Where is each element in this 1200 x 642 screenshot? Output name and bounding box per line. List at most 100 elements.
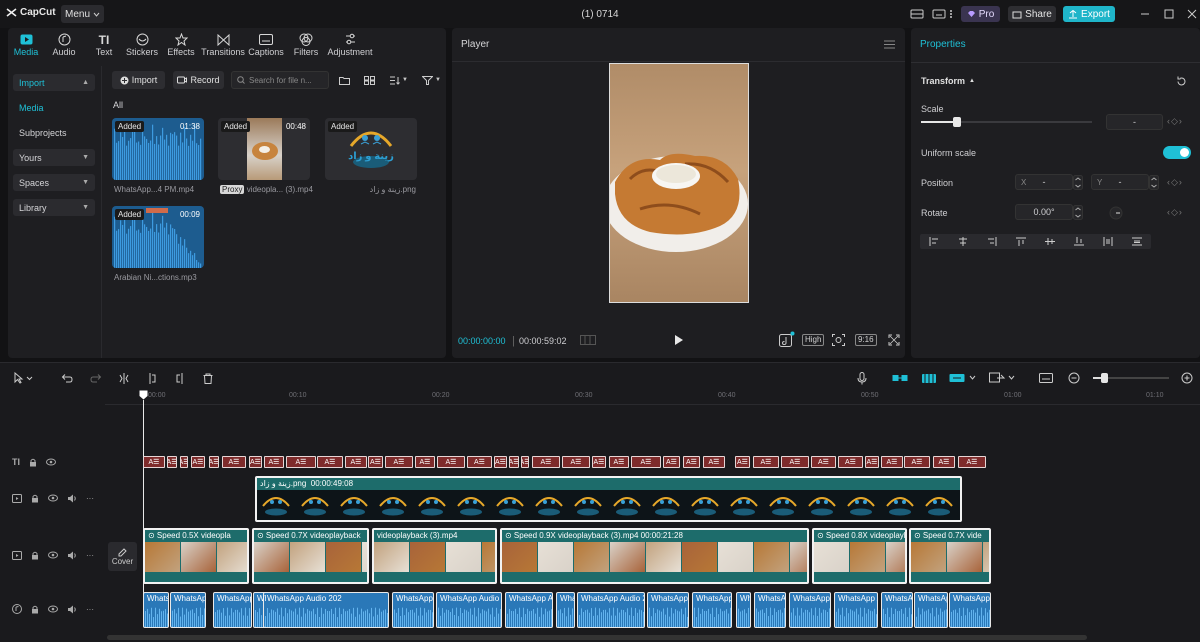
text-clip[interactable]: A☰ <box>663 456 680 468</box>
audio-clip[interactable]: WhatsApp Audio 202 <box>914 592 948 628</box>
video-clip[interactable]: videoplayback (3).mp4 <box>372 528 497 584</box>
text-clip[interactable]: A☰ <box>415 456 435 468</box>
reset-icon[interactable] <box>1176 76 1187 87</box>
split-icon[interactable] <box>119 371 129 385</box>
quality-button[interactable]: High <box>802 334 825 346</box>
microphone-icon[interactable] <box>857 371 867 385</box>
trim-left-icon[interactable] <box>147 371 157 385</box>
text-clip[interactable]: A☰ <box>933 456 955 468</box>
align-center-v-icon[interactable] <box>1044 237 1055 246</box>
text-clip[interactable]: A☰ <box>904 456 930 468</box>
scale-input[interactable]: - <box>1106 114 1163 130</box>
playhead-handle[interactable] <box>139 390 148 400</box>
tiktok-preview-icon[interactable] <box>779 331 795 347</box>
folder-icon[interactable] <box>339 74 350 86</box>
media-item-arabian-audio[interactable]: Added 00:09 <box>112 206 204 268</box>
tab-transitions[interactable]: Transitions <box>201 32 245 60</box>
hamburger-icon[interactable] <box>884 40 895 49</box>
eye-icon[interactable] <box>46 458 56 466</box>
fullscreen-icon[interactable] <box>888 334 900 346</box>
grid-view-icon[interactable] <box>364 74 375 86</box>
sidebar-item-media[interactable]: Media <box>13 99 95 116</box>
eye-icon[interactable] <box>48 551 58 559</box>
position-x-input[interactable]: X- <box>1015 174 1073 190</box>
audio-clip[interactable]: WhatsApp Audio 202 <box>736 592 751 628</box>
speaker-icon[interactable] <box>67 551 77 560</box>
video-clip[interactable]: ⊙ Speed 0.9X videoplayback (3).mp4 00:00… <box>500 528 809 584</box>
text-clip[interactable]: A☰ <box>385 456 413 468</box>
text-clip[interactable]: A☰ <box>958 456 986 468</box>
tab-stickers[interactable]: Stickers <box>124 32 160 60</box>
zoom-slider[interactable] <box>1093 373 1169 383</box>
sidebar-item-library[interactable]: Library ▼ <box>13 199 95 216</box>
eye-icon[interactable] <box>48 605 58 613</box>
audio-clip[interactable]: WhatsApp Audio 202 <box>577 592 645 628</box>
speaker-icon[interactable] <box>67 605 77 614</box>
time-ruler[interactable] <box>105 391 1200 405</box>
distribute-v-icon[interactable] <box>1131 237 1142 246</box>
text-clip[interactable]: A☰ <box>631 456 661 468</box>
audio-clip[interactable]: WhatsApp Audio 202 <box>789 592 831 628</box>
rotate-input[interactable]: 0.00° <box>1015 204 1073 220</box>
text-clip[interactable]: A☰ <box>865 456 879 468</box>
pro-button[interactable]: Pro <box>961 6 1000 22</box>
text-clip[interactable]: A☰ <box>143 456 165 468</box>
text-clip[interactable]: A☰ <box>735 456 750 468</box>
audio-clip[interactable]: WhatsApp Audio 202 <box>647 592 689 628</box>
maximize-icon[interactable] <box>1160 7 1178 21</box>
more-icon[interactable]: ··· <box>86 605 94 614</box>
text-clip[interactable]: A☰ <box>494 456 507 468</box>
audio-clip[interactable]: WhatsApp Audio 202 <box>392 592 434 628</box>
audio-clip[interactable]: WhatsApp Audio 202 <box>213 592 252 628</box>
text-clip[interactable]: A☰ <box>222 456 246 468</box>
more-icon[interactable]: ··· <box>86 551 94 560</box>
text-clip[interactable]: A☰ <box>781 456 809 468</box>
snapshot-icon[interactable] <box>832 334 845 346</box>
export-button[interactable]: Export <box>1063 6 1115 22</box>
import-button[interactable]: Import <box>112 71 165 89</box>
video-clip[interactable]: ⊙ Speed 0.5X videopla <box>143 528 249 584</box>
text-clip[interactable]: A☰ <box>683 456 700 468</box>
text-clip[interactable]: A☰ <box>881 456 903 468</box>
sidebar-item-import[interactable]: Import ▲ <box>13 74 95 91</box>
tab-filters[interactable]: Filters <box>292 32 320 60</box>
keyframe-nav-icon[interactable]: ‹◇› <box>1167 116 1183 127</box>
sidebar-item-yours[interactable]: Yours ▼ <box>13 149 95 166</box>
media-item-whatsapp-video[interactable]: Added 01:38 <box>112 118 204 180</box>
audio-clip[interactable]: WhatsApp Audio 202 <box>881 592 913 628</box>
lock-icon[interactable] <box>31 494 39 503</box>
linkage-icon[interactable] <box>949 371 977 385</box>
auto-snap-icon[interactable] <box>921 371 937 385</box>
tab-captions[interactable]: Captions <box>248 32 284 60</box>
sort-icon[interactable]: ▼ <box>389 74 408 86</box>
text-clip[interactable]: A☰ <box>286 456 316 468</box>
sidebar-item-spaces[interactable]: Spaces ▼ <box>13 174 95 191</box>
text-clip[interactable]: A☰ <box>467 456 492 468</box>
share-button[interactable]: Share <box>1008 6 1056 22</box>
align-bottom-icon[interactable] <box>1073 237 1084 246</box>
text-clip[interactable]: A☰ <box>521 456 529 468</box>
align-center-h-icon[interactable] <box>958 237 968 246</box>
text-clip[interactable]: A☰ <box>180 456 188 468</box>
lock-icon[interactable] <box>29 458 37 467</box>
lock-icon[interactable] <box>31 551 39 560</box>
align-left-icon[interactable] <box>929 237 939 246</box>
eye-icon[interactable] <box>48 494 58 502</box>
menu-button[interactable]: Menu <box>61 5 104 23</box>
zoom-out-icon[interactable] <box>1068 371 1080 385</box>
audio-clip[interactable]: WhatsApp Audio 202 <box>505 592 553 628</box>
text-clip[interactable]: A☰ <box>209 456 219 468</box>
cover-button[interactable]: Cover <box>108 542 137 571</box>
text-clip[interactable]: A☰ <box>532 456 560 468</box>
search-input[interactable]: Search for file n... <box>231 71 329 89</box>
speaker-icon[interactable] <box>67 494 77 503</box>
more-icon[interactable]: ··· <box>86 494 94 503</box>
audio-clip[interactable]: WhatsApp Audio 202 <box>692 592 732 628</box>
position-y-input[interactable]: Y- <box>1091 174 1149 190</box>
text-clip[interactable]: A☰ <box>368 456 383 468</box>
media-item-videoplayback[interactable]: Added 00:48 <box>218 118 310 180</box>
layout-icon[interactable] <box>908 7 926 21</box>
record-button[interactable]: Record <box>173 71 224 89</box>
text-clip[interactable]: A☰ <box>437 456 465 468</box>
text-clip[interactable]: A☰ <box>703 456 725 468</box>
